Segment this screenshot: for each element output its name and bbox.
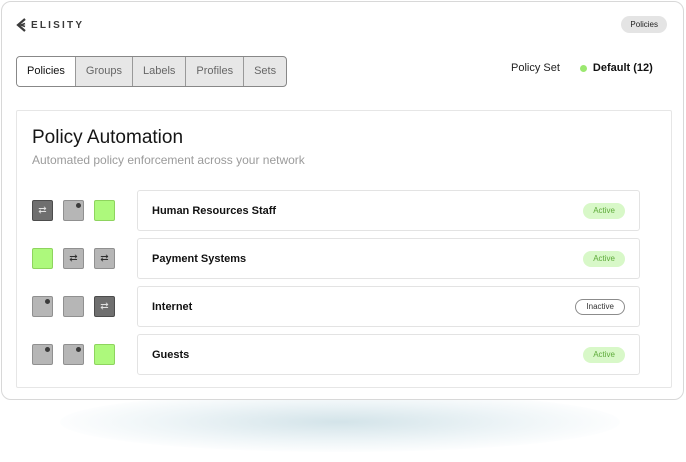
brand-logo: ELISITY <box>16 17 84 33</box>
status-badge: Active <box>583 347 625 363</box>
indicator-dot-icon <box>45 347 50 352</box>
panel-subtitle: Automated policy enforcement across your… <box>32 153 305 167</box>
policy-item[interactable]: Internet Inactive <box>137 286 640 327</box>
dark-square-icon: ⇄ <box>94 296 115 317</box>
policy-icons: ⇄ <box>32 296 115 317</box>
policy-name: Payment Systems <box>152 253 247 265</box>
policy-row: ⇄ Human Resources Staff Active <box>17 190 673 232</box>
swap-arrows-icon: ⇄ <box>38 204 47 216</box>
light-square-icon <box>63 296 84 317</box>
indicator-dot-icon <box>76 347 81 352</box>
tab-bar: Policies Groups Labels Profiles Sets <box>16 56 288 87</box>
tab-profiles[interactable]: Profiles <box>185 57 243 86</box>
section-badge: Policies <box>621 16 667 33</box>
panel-title: Policy Automation <box>32 127 184 148</box>
policy-item[interactable]: Human Resources Staff Active <box>137 190 640 231</box>
light-square-icon <box>63 344 84 365</box>
swap-arrows-icon: ⇄ <box>69 252 78 264</box>
policy-row: ⇄ ⇄ Payment Systems Active <box>17 238 673 280</box>
policy-set-value: Default (12) <box>592 62 653 74</box>
light-square-icon <box>32 296 53 317</box>
policy-item[interactable]: Payment Systems Active <box>137 238 640 279</box>
indicator-dot-icon <box>45 299 50 304</box>
policy-icons <box>32 344 115 365</box>
elisity-logo-icon <box>16 18 26 32</box>
policy-icons: ⇄ <box>32 200 115 221</box>
policy-automation-panel: Policy Automation Automated policy enfor… <box>16 110 672 388</box>
green-square-icon <box>94 200 115 221</box>
policy-item[interactable]: Guests Active <box>137 334 640 375</box>
light-square-icon: ⇄ <box>63 248 84 269</box>
green-square-icon <box>32 248 53 269</box>
tab-groups[interactable]: Groups <box>74 57 132 86</box>
light-square-icon: ⇄ <box>94 248 115 269</box>
card-shadow <box>60 392 620 452</box>
policy-name: Human Resources Staff <box>152 205 277 217</box>
status-badge: Inactive <box>575 299 625 315</box>
swap-arrows-icon: ⇄ <box>100 300 109 312</box>
tab-labels[interactable]: Labels <box>131 57 185 86</box>
green-square-icon <box>94 344 115 365</box>
indicator-dot-icon <box>76 203 81 208</box>
brand-name: ELISITY <box>31 19 85 31</box>
app-card: ELISITY Policies Policies Groups Labels … <box>1 1 684 400</box>
policy-name: Guests <box>152 349 190 361</box>
policy-name: Internet <box>152 301 193 313</box>
light-square-icon <box>63 200 84 221</box>
policy-set-label: Policy Set <box>511 62 560 74</box>
swap-arrows-icon: ⇄ <box>100 252 109 264</box>
tab-policies[interactable]: Policies <box>17 57 75 86</box>
light-square-icon <box>32 344 53 365</box>
status-badge: Active <box>583 251 625 267</box>
status-dot-icon <box>579 64 587 72</box>
dark-square-icon: ⇄ <box>32 200 53 221</box>
policy-icons: ⇄ ⇄ <box>32 248 115 269</box>
policy-set-selector[interactable]: Policy Set Default (12) <box>511 61 653 75</box>
status-badge: Active <box>583 203 625 219</box>
policy-row: Guests Active <box>17 334 673 376</box>
tab-sets[interactable]: Sets <box>243 57 286 86</box>
policy-row: ⇄ Internet Inactive <box>17 286 673 328</box>
